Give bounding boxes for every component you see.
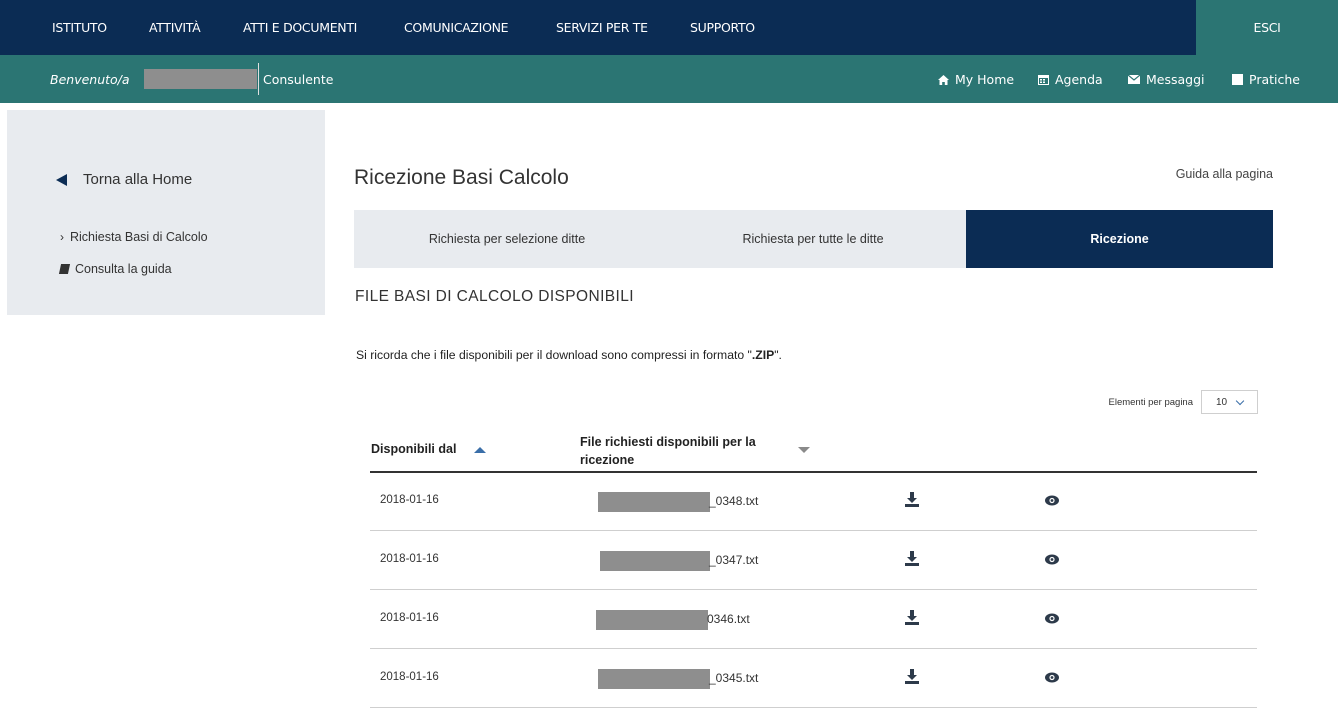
- page-guide-link[interactable]: Guida alla pagina: [1176, 167, 1273, 181]
- back-arrow-icon: [56, 173, 67, 186]
- user-role: Consulente: [263, 72, 334, 87]
- sort-ascending-icon[interactable]: [474, 447, 486, 453]
- per-page-control: Elementi per pagina 10: [1108, 390, 1258, 414]
- my-home-link[interactable]: My Home: [938, 72, 1014, 87]
- tab-tutte-ditte[interactable]: Richiesta per tutte le ditte: [660, 210, 966, 268]
- agenda-link[interactable]: Agenda: [1038, 72, 1103, 87]
- download-icon[interactable]: [905, 492, 919, 507]
- row-date: 2018-01-16: [380, 671, 439, 683]
- nav-atti-e-documenti[interactable]: ATTI E DOCUMENTI: [243, 20, 357, 35]
- section-title: FILE BASI DI CALCOLO DISPONIBILI: [355, 288, 634, 305]
- calendar-icon: [1038, 75, 1049, 85]
- row-file-name: _0345.txt: [709, 671, 759, 685]
- row-file-name: _0347.txt: [709, 553, 759, 567]
- pratiche-label: Pratiche: [1249, 72, 1300, 87]
- back-home-label: Torna alla Home: [83, 171, 193, 188]
- redacted-file-prefix: [600, 551, 710, 571]
- tab-selezione-ditte[interactable]: Richiesta per selezione ditte: [354, 210, 660, 268]
- download-icon[interactable]: [905, 610, 919, 625]
- sidebar-item-label: Richiesta Basi di Calcolo: [70, 230, 208, 244]
- sidebar-item-richiesta-basi[interactable]: › Richiesta Basi di Calcolo: [60, 230, 208, 244]
- envelope-icon: [1128, 75, 1140, 84]
- redacted-file-prefix: [596, 610, 708, 630]
- row-date: 2018-01-16: [380, 494, 439, 506]
- chevron-down-icon: [1235, 396, 1245, 405]
- agenda-label: Agenda: [1055, 72, 1103, 87]
- row-date: 2018-01-16: [380, 553, 439, 565]
- redacted-file-prefix: [598, 492, 710, 512]
- logout-button[interactable]: ESCI: [1196, 0, 1338, 55]
- nav-istituto[interactable]: ISTITUTO: [52, 20, 107, 35]
- nav-servizi-per-te[interactable]: SERVIZI PER TE: [556, 20, 648, 35]
- per-page-value: 10: [1215, 396, 1228, 408]
- note-suffix: ".: [774, 348, 782, 362]
- page-title: Ricezione Basi Calcolo: [354, 166, 569, 189]
- pratiche-link[interactable]: Pratiche: [1232, 72, 1300, 87]
- book-icon: [58, 264, 71, 274]
- tab-ricezione[interactable]: Ricezione: [966, 210, 1273, 268]
- user-bar: Benvenuto/a Consulente My Home Agenda Me…: [0, 55, 1338, 103]
- sidebar-item-consulta-guida[interactable]: Consulta la guida: [58, 262, 172, 276]
- row-file-name: _0348.txt: [709, 494, 759, 508]
- view-icon[interactable]: [1045, 495, 1059, 506]
- messaggi-label: Messaggi: [1146, 72, 1205, 87]
- back-home-link[interactable]: Torna alla Home: [56, 171, 192, 188]
- nav-comunicazione[interactable]: COMUNICAZIONE: [404, 20, 509, 35]
- messaggi-link[interactable]: Messaggi: [1128, 72, 1205, 87]
- download-icon[interactable]: [905, 551, 919, 566]
- column-header-file[interactable]: File richiesti disponibili per la ricezi…: [580, 433, 790, 469]
- zip-note: Si ricorda che i file disponibili per il…: [356, 348, 782, 362]
- view-icon[interactable]: [1045, 613, 1059, 624]
- tabs: Richiesta per selezione ditte Richiesta …: [354, 210, 1273, 268]
- note-prefix: Si ricorda che i file disponibili per il…: [356, 348, 752, 362]
- top-navigation: ISTITUTO ATTIVITÀ ATTI E DOCUMENTI COMUN…: [0, 0, 1338, 55]
- per-page-select[interactable]: 10: [1201, 390, 1258, 414]
- nav-attivita[interactable]: ATTIVITÀ: [149, 20, 201, 35]
- sidebar-item-label: Consulta la guida: [75, 262, 172, 276]
- view-icon[interactable]: [1045, 672, 1059, 683]
- row-file-name: 0346.txt: [707, 612, 750, 626]
- row-date: 2018-01-16: [380, 612, 439, 624]
- table-row: 2018-01-16 _0345.txt: [370, 649, 1257, 708]
- chevron-right-icon: ›: [60, 230, 64, 244]
- table-row: 2018-01-16 0346.txt: [370, 590, 1257, 649]
- sort-descending-icon[interactable]: [798, 447, 810, 453]
- download-icon[interactable]: [905, 669, 919, 684]
- nav-supporto[interactable]: SUPPORTO: [690, 20, 755, 35]
- table-row: 2018-01-16 _0347.txt: [370, 531, 1257, 590]
- my-home-label: My Home: [955, 72, 1015, 87]
- column-header-date[interactable]: Disponibili dal: [371, 442, 456, 456]
- redacted-username: [144, 69, 257, 89]
- note-format: .ZIP: [751, 348, 775, 362]
- home-icon: [938, 74, 949, 85]
- per-page-label: Elementi per pagina: [1108, 396, 1194, 408]
- view-icon[interactable]: [1045, 554, 1059, 565]
- folder-icon: [1232, 74, 1243, 85]
- welcome-text: Benvenuto/a: [50, 72, 130, 87]
- divider: [258, 63, 259, 95]
- sidebar: Torna alla Home › Richiesta Basi di Calc…: [7, 110, 325, 315]
- table-row: 2018-01-16 _0348.txt: [370, 472, 1257, 531]
- redacted-file-prefix: [598, 669, 710, 689]
- table-header: Disponibili dal File richiesti disponibi…: [370, 425, 1257, 473]
